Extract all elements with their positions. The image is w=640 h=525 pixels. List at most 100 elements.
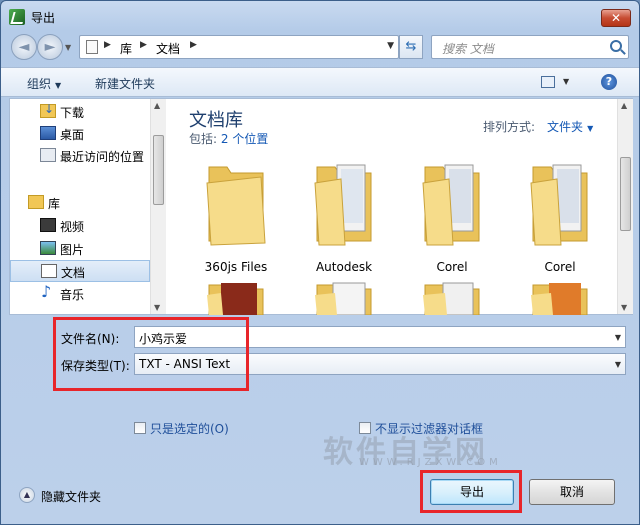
folder-icon: [207, 283, 264, 315]
video-library-icon: [40, 218, 56, 232]
sidebar-item-downloads[interactable]: 下载: [10, 101, 150, 123]
folder-name: Autodesk: [315, 260, 373, 274]
library-icon: [28, 195, 44, 209]
close-button[interactable]: ✕: [601, 9, 631, 27]
chevron-down-icon[interactable]: ▼: [587, 124, 593, 133]
chevron-up-icon[interactable]: ▲: [19, 487, 35, 503]
navigation-bar: ◄ ► ▼ ▶ 库 ▶ 文档 ▶ ▼ ⇆ 搜索 文档: [1, 31, 639, 65]
folder-icon: [314, 164, 372, 246]
folder-icon: [422, 164, 480, 246]
folder-item[interactable]: Autodesk: [299, 157, 389, 275]
document-library-icon: [41, 264, 57, 278]
sidebar-item-label: 下载: [60, 106, 85, 120]
folder-name: 360js Files: [204, 260, 268, 274]
help-icon[interactable]: ?: [601, 74, 617, 90]
chevron-down-icon[interactable]: ▼: [615, 360, 621, 369]
folder-icon: [315, 282, 372, 315]
search-placeholder: 搜索 文档: [442, 42, 494, 56]
document-icon: [86, 40, 98, 54]
scroll-up-icon[interactable]: ▲: [154, 101, 160, 110]
checkbox-box[interactable]: [134, 422, 146, 434]
recent-places-icon: [40, 148, 56, 162]
chevron-down-icon: ▼: [55, 81, 62, 90]
view-dropdown-icon[interactable]: ▼: [563, 77, 569, 86]
browser-area: 下载 桌面 最近访问的位置 库 视频 图片: [9, 98, 633, 315]
chevron-right-icon[interactable]: ▶: [140, 40, 147, 50]
chevron-right-icon[interactable]: ▶: [190, 40, 197, 50]
sidebar-item-libraries[interactable]: 库: [10, 192, 150, 214]
cancel-button[interactable]: 取消: [529, 479, 615, 505]
arrange-by-dropdown[interactable]: 文件夹: [547, 120, 583, 134]
sidebar-scrollbar[interactable]: ▲ ▼: [150, 99, 166, 314]
window-title: 导出: [31, 11, 56, 25]
folder-item[interactable]: [191, 279, 281, 315]
folder-icon: [206, 166, 266, 246]
folder-icon: [423, 282, 480, 315]
sidebar-item-label: 视频: [60, 220, 85, 234]
folder-name: Corel: [544, 260, 576, 274]
sidebar-item-pictures[interactable]: 图片: [10, 238, 150, 260]
breadcrumb-library[interactable]: 库: [120, 40, 132, 57]
file-list-scrollbar[interactable]: ▲ ▼: [617, 99, 633, 314]
sidebar-item-label: 桌面: [60, 128, 85, 142]
picture-library-icon: [40, 241, 56, 255]
music-library-icon: [40, 282, 56, 301]
scroll-thumb[interactable]: [620, 157, 631, 231]
address-dropdown-icon[interactable]: ▼: [387, 41, 394, 51]
folder-icon: [531, 283, 588, 315]
locations-link[interactable]: 2 个位置: [221, 132, 268, 146]
forward-button[interactable]: ►: [37, 34, 63, 60]
sidebar-item-documents[interactable]: 文档: [10, 260, 150, 282]
arrange-by: 排列方式: 文件夹 ▼: [483, 118, 593, 135]
arrange-label: 排列方式:: [483, 120, 536, 134]
back-button[interactable]: ◄: [11, 34, 37, 60]
scroll-down-icon[interactable]: ▼: [154, 303, 160, 312]
sidebar-item-recent-places[interactable]: 最近访问的位置: [10, 145, 150, 167]
sidebar-item-music[interactable]: 音乐: [10, 282, 150, 305]
highlight-box: [420, 470, 522, 513]
search-icon[interactable]: [610, 40, 622, 52]
scroll-up-icon[interactable]: ▲: [621, 101, 627, 110]
title-bar: 导出 ✕: [1, 1, 639, 31]
folder-item[interactable]: [407, 279, 497, 315]
folder-item[interactable]: Corel: [515, 157, 605, 275]
address-bar[interactable]: ▶ 库 ▶ 文档 ▶ ▼: [79, 35, 399, 59]
file-list: 文档库 包括: 2 个位置 排列方式: 文件夹 ▼ 360js Files Auto…: [167, 99, 633, 315]
chevron-down-icon[interactable]: ▼: [615, 333, 621, 342]
only-selected-checkbox[interactable]: 只是选定的(O): [134, 420, 254, 436]
new-folder-button[interactable]: 新建文件夹: [95, 75, 155, 92]
folder-icon: [530, 164, 588, 246]
navigation-pane: 下载 桌面 最近访问的位置 库 视频 图片: [10, 99, 166, 314]
chevron-right-icon[interactable]: ▶: [104, 40, 111, 50]
checkbox-label: 只是选定的(O): [150, 422, 229, 436]
library-includes: 包括: 2 个位置: [189, 130, 268, 147]
includes-label: 包括:: [189, 132, 218, 146]
command-toolbar: 组织 ▼ 新建文件夹 ▼ ?: [1, 67, 639, 97]
refresh-button[interactable]: ⇆: [399, 35, 423, 59]
folder-name: Corel: [436, 260, 468, 274]
app-icon: [9, 9, 25, 25]
sidebar-item-label: 文档: [61, 266, 86, 280]
folder-item[interactable]: [515, 279, 605, 315]
sidebar-item-label: 音乐: [60, 288, 85, 302]
organize-label: 组织: [27, 77, 52, 91]
view-options-icon[interactable]: [541, 76, 555, 88]
sidebar-item-label: 库: [48, 197, 61, 211]
watermark-url: WWW.RJZXW.COM: [359, 457, 502, 468]
folder-item[interactable]: [299, 279, 389, 315]
breadcrumb-documents[interactable]: 文档: [156, 40, 180, 57]
recent-locations-dropdown[interactable]: ▼: [65, 43, 75, 52]
scroll-thumb[interactable]: [153, 135, 164, 205]
library-title: 文档库: [189, 110, 243, 131]
sidebar-item-videos[interactable]: 视频: [10, 215, 150, 237]
scroll-down-icon[interactable]: ▼: [621, 303, 627, 312]
sidebar-item-desktop[interactable]: 桌面: [10, 123, 150, 145]
folder-item[interactable]: Corel: [407, 157, 497, 275]
highlight-box: [53, 317, 249, 391]
sidebar-item-label: 图片: [60, 243, 85, 257]
organize-menu[interactable]: 组织 ▼: [27, 75, 61, 92]
hide-folders-label: 隐藏文件夹: [41, 490, 102, 504]
folder-item[interactable]: 360js Files: [191, 157, 281, 275]
desktop-icon: [40, 126, 56, 140]
search-input[interactable]: 搜索 文档: [431, 35, 629, 59]
